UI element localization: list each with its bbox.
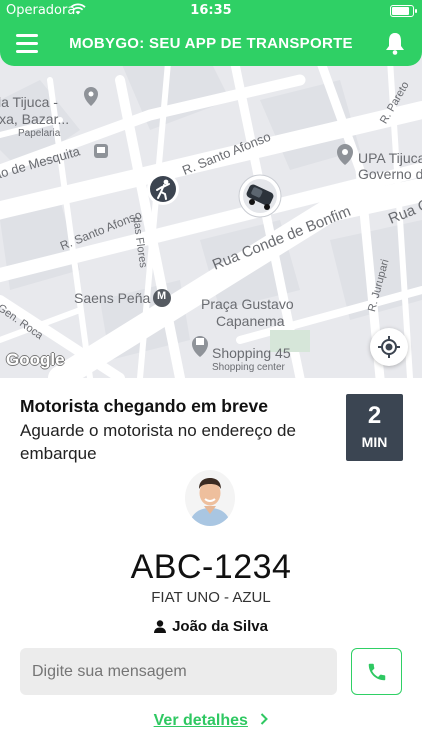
- map-label: Governo de: [358, 166, 422, 182]
- map-label: la Tijuca -: [0, 94, 58, 110]
- bell-icon[interactable]: [384, 31, 406, 55]
- chevron-right-icon: [256, 712, 269, 729]
- ride-status-card: Motorista chegando em breve Aguarde o mo…: [0, 378, 422, 750]
- person-icon: [154, 620, 167, 637]
- crosshair-icon: [378, 336, 400, 358]
- map-label: ixa, Bazar...: [0, 111, 70, 127]
- ride-status-subtitle: Aguarde o motorista no endereço de embar…: [20, 421, 296, 463]
- car-model: FIAT UNO - AZUL: [151, 589, 271, 606]
- map-view[interactable]: la Tijuca - ixa, Bazar... Papelaria ão d…: [0, 40, 422, 378]
- map-label: UPA Tijuca: [358, 150, 422, 166]
- map-label: Shopping center: [212, 362, 285, 373]
- map-label: Saens Peña: [74, 290, 151, 306]
- metro-icon: M: [157, 290, 167, 302]
- my-location-button[interactable]: [370, 328, 408, 366]
- eta-unit: MIN: [361, 434, 388, 450]
- map-label: Praça Gustavo: [201, 296, 294, 312]
- message-input[interactable]: [20, 648, 337, 695]
- eta-badge: 2 MIN: [346, 394, 403, 461]
- google-attribution: Google: [6, 350, 65, 369]
- passenger-marker-icon: [146, 172, 180, 206]
- view-details-link[interactable]: Ver detalhes: [0, 712, 422, 730]
- ride-status-title: Motorista chegando em breve: [20, 396, 268, 416]
- map-label: Capanema: [216, 313, 285, 329]
- map-label: Shopping 45: [212, 345, 291, 361]
- license-plate: ABC-1234: [130, 548, 292, 586]
- eta-value: 2: [367, 402, 382, 429]
- app-title: MOBYGO: SEU APP DE TRANSPORTE: [69, 35, 353, 52]
- driver-name: João da Silva: [172, 618, 268, 635]
- app-header: MOBYGO: SEU APP DE TRANSPORTE: [0, 22, 422, 66]
- status-bar: Operadora 16:35: [0, 0, 422, 22]
- car-marker-icon: [238, 174, 282, 218]
- battery-icon: [390, 5, 417, 17]
- clock: 16:35: [190, 3, 232, 18]
- driver-avatar: [185, 470, 235, 526]
- phone-icon: [368, 663, 386, 681]
- battery-level: [392, 7, 410, 15]
- map-label: Papelaria: [18, 128, 61, 139]
- call-button[interactable]: [351, 648, 402, 695]
- view-details-label: Ver detalhes: [153, 712, 248, 729]
- driver-name-row: João da Silva: [0, 618, 422, 637]
